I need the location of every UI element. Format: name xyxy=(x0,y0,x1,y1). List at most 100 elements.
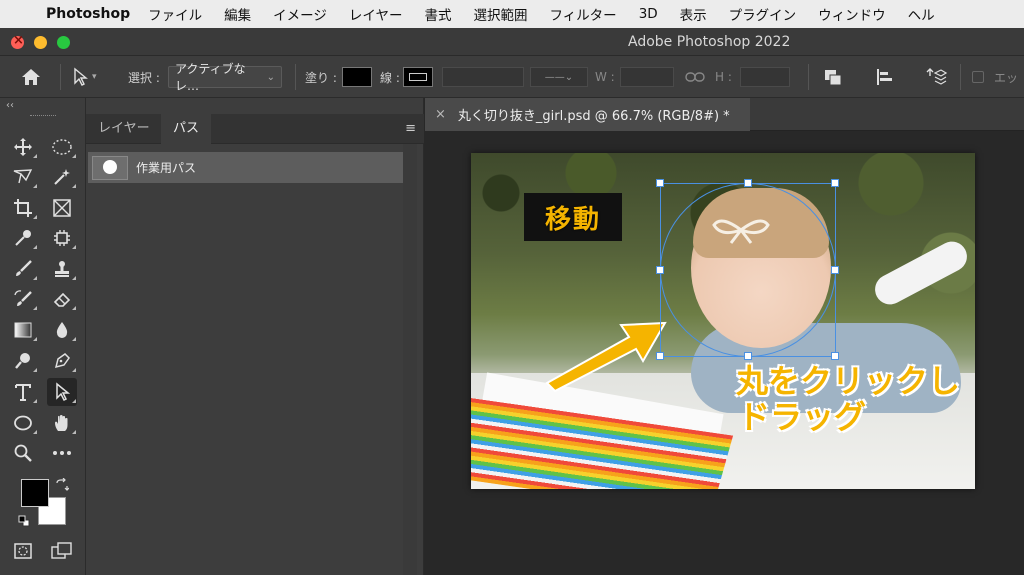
quick-mask-button[interactable] xyxy=(8,537,38,565)
window-title: Adobe Photoshop 2022 xyxy=(628,34,791,50)
menu-window[interactable]: ウィンドウ xyxy=(818,4,886,24)
menu-view[interactable]: 表示 xyxy=(680,4,707,24)
align-edges-checkbox[interactable] xyxy=(972,71,984,83)
more-tools-button[interactable] xyxy=(47,439,77,467)
stroke-type-dropdown[interactable]: ——⌄ xyxy=(530,67,588,87)
transform-handle-bottom[interactable] xyxy=(744,352,752,360)
collapse-tools-icon[interactable]: ‹‹ xyxy=(6,100,14,111)
elliptical-marquee-icon xyxy=(52,139,72,155)
move-tool[interactable] xyxy=(8,133,38,161)
minimize-window-button[interactable] xyxy=(34,36,47,49)
brush-tool[interactable] xyxy=(8,255,38,283)
close-window-button[interactable] xyxy=(11,33,24,49)
menu-plugins[interactable]: プラグイン xyxy=(729,4,797,24)
ellipse-icon xyxy=(14,415,32,431)
pen-tool[interactable] xyxy=(47,347,77,375)
zoom-window-button[interactable] xyxy=(57,36,70,49)
menu-image[interactable]: イメージ xyxy=(273,4,327,24)
panel-menu-icon[interactable]: ≡ xyxy=(405,121,416,136)
ellipse-tool[interactable] xyxy=(8,409,38,437)
pen-icon xyxy=(54,353,70,369)
frame-tool[interactable] xyxy=(47,194,77,222)
path-alignment-button[interactable] xyxy=(875,56,895,98)
panel-scrollbar[interactable] xyxy=(403,144,417,575)
options-bar: ▾ 選択 : アクティブなレ… ⌄ 塗り : 線 : ——⌄ W : H : エ… xyxy=(0,56,1024,98)
menu-type[interactable]: 書式 xyxy=(424,4,451,24)
home-button[interactable] xyxy=(20,56,42,98)
dodge-tool[interactable] xyxy=(8,347,38,375)
swap-colors-icon[interactable] xyxy=(55,478,69,492)
path-row-work-path[interactable]: 作業用パス xyxy=(88,152,404,183)
menu-3d[interactable]: 3D xyxy=(639,6,658,22)
stamp-tool[interactable] xyxy=(47,255,77,283)
menu-edit[interactable]: 編集 xyxy=(224,4,251,24)
paths-panel: レイヤー パス ≡ 作業用パス xyxy=(86,98,424,575)
eraser-tool[interactable] xyxy=(47,285,77,313)
transform-handle-bottom-left[interactable] xyxy=(656,352,664,360)
link-icon[interactable] xyxy=(685,70,705,84)
selected-circle-path[interactable] xyxy=(660,183,836,357)
menu-layer[interactable]: レイヤー xyxy=(349,4,403,24)
menu-help[interactable]: ヘル xyxy=(908,4,935,24)
default-colors-icon[interactable] xyxy=(18,515,30,527)
select-mode-dropdown[interactable]: アクティブなレ… ⌄ xyxy=(168,62,282,93)
gradient-tool[interactable] xyxy=(8,316,38,344)
history-brush-icon xyxy=(14,290,32,306)
path-selection-tool[interactable] xyxy=(47,378,77,406)
annotation-arrow xyxy=(545,321,667,393)
tab-layers[interactable]: レイヤー xyxy=(86,114,162,144)
transform-handle-top[interactable] xyxy=(744,179,752,187)
toolbar-grip[interactable] xyxy=(30,115,56,117)
object-selection-tool[interactable] xyxy=(47,224,77,252)
crop-tool[interactable] xyxy=(8,194,38,222)
hand-icon xyxy=(55,415,68,431)
document-tab[interactable]: × 丸く切り抜き_girl.psd @ 66.7% (RGB/8#) * xyxy=(425,98,750,131)
hand-tool[interactable] xyxy=(47,409,77,437)
menu-select[interactable]: 選択範囲 xyxy=(473,4,527,24)
path-select-arrow-icon xyxy=(74,67,88,86)
width-field[interactable] xyxy=(620,67,674,87)
annotation-drag-line2: ドラッグ xyxy=(738,398,867,436)
tab-paths[interactable]: パス xyxy=(161,114,212,144)
fill-label: 塗り : xyxy=(305,70,337,85)
zoom-tool[interactable] xyxy=(8,439,38,467)
stroke-width-field[interactable] xyxy=(442,67,524,87)
fill-color-swatch[interactable] xyxy=(342,67,372,87)
app-menu[interactable]: Photoshop xyxy=(46,6,130,22)
path-bounding-box[interactable] xyxy=(656,179,839,360)
crop-icon xyxy=(14,199,32,217)
blur-tool[interactable] xyxy=(47,316,77,344)
menu-file[interactable]: ファイル xyxy=(148,4,202,24)
canvas-image[interactable]: 移動 丸をクリックし ドラッグ xyxy=(471,153,975,489)
path-operations-button[interactable] xyxy=(823,56,843,98)
stroke-color-swatch[interactable] xyxy=(403,67,433,87)
close-document-icon[interactable]: × xyxy=(435,107,446,122)
window-title-bar: Adobe Photoshop 2022 xyxy=(0,28,1024,56)
marquee-tool[interactable] xyxy=(47,133,77,161)
document-tabs: × 丸く切り抜き_girl.psd @ 66.7% (RGB/8#) * xyxy=(425,98,1024,131)
align-edges-label: エッ xyxy=(994,70,1019,85)
magic-wand-tool[interactable] xyxy=(47,163,77,191)
document-tab-title: 丸く切り抜き_girl.psd @ 66.7% (RGB/8#) * xyxy=(457,109,730,124)
height-field[interactable] xyxy=(740,67,790,87)
history-brush-tool[interactable] xyxy=(8,285,38,313)
foreground-color-swatch[interactable] xyxy=(21,479,49,507)
transform-handle-top-right[interactable] xyxy=(831,179,839,187)
lasso-tool[interactable] xyxy=(8,163,38,191)
eyedropper-icon xyxy=(15,230,31,246)
eyedropper-tool[interactable] xyxy=(8,224,38,252)
transform-handle-right[interactable] xyxy=(831,266,839,274)
transform-handle-left[interactable] xyxy=(656,266,664,274)
screen-mode-button[interactable] xyxy=(47,537,77,565)
menu-filter[interactable]: フィルター xyxy=(549,4,616,24)
transform-handle-bottom-right[interactable] xyxy=(831,352,839,360)
tool-preset-picker[interactable]: ▾ xyxy=(72,56,97,98)
type-tool[interactable] xyxy=(8,378,38,406)
move-icon xyxy=(14,138,32,156)
path-thumbnail xyxy=(92,155,128,180)
panel-tabs: レイヤー パス ≡ xyxy=(86,114,424,144)
path-arrangement-button[interactable] xyxy=(925,56,947,98)
type-icon xyxy=(15,384,31,401)
chip-icon xyxy=(54,230,70,246)
transform-handle-top-left[interactable] xyxy=(656,179,664,187)
